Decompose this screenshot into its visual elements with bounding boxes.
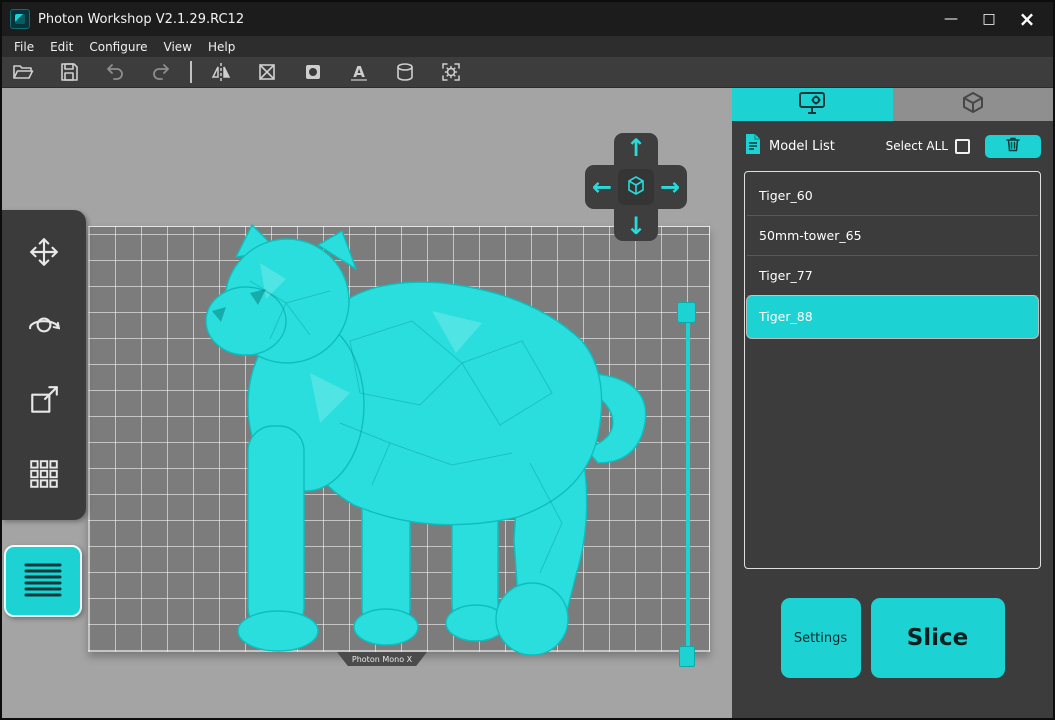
cube-icon bbox=[623, 172, 649, 202]
menu-edit[interactable]: Edit bbox=[42, 36, 81, 57]
cylinder-icon bbox=[394, 61, 416, 83]
machine-config-button[interactable] bbox=[434, 59, 468, 85]
arrange-tool-button[interactable] bbox=[20, 452, 68, 500]
text-tool-icon: A bbox=[348, 61, 370, 83]
tiger-front-leg-near bbox=[248, 426, 304, 632]
window-controls: — □ × bbox=[933, 5, 1045, 33]
tiger-hind-paw-ball bbox=[496, 583, 568, 655]
move-tool-button[interactable] bbox=[20, 230, 68, 278]
right-panel: Model List Select ALL Tiger_60 50mm-towe… bbox=[732, 88, 1053, 718]
menu-configure[interactable]: Configure bbox=[81, 36, 155, 57]
z-slider-bottom-stop[interactable] bbox=[679, 646, 695, 667]
slice-view-button[interactable] bbox=[4, 545, 82, 617]
nav-home-cube-button[interactable] bbox=[618, 169, 654, 205]
trash-icon bbox=[1005, 136, 1021, 156]
model-list-item[interactable]: 50mm-tower_65 bbox=[747, 216, 1038, 256]
hollow-button[interactable] bbox=[250, 59, 284, 85]
model-list-item[interactable]: Tiger_77 bbox=[747, 256, 1038, 296]
nav-left-arrow-icon[interactable]: ← bbox=[587, 172, 617, 202]
mirror-icon bbox=[210, 61, 232, 83]
layers-icon bbox=[20, 560, 66, 602]
punch-hole-icon bbox=[302, 61, 324, 83]
z-slider-track[interactable] bbox=[686, 314, 690, 652]
undo-button[interactable] bbox=[98, 59, 132, 85]
select-all-checkbox[interactable] bbox=[955, 139, 970, 154]
tab-print-info[interactable] bbox=[893, 88, 1054, 121]
save-button[interactable] bbox=[52, 59, 86, 85]
model-list-item[interactable]: Tiger_60 bbox=[747, 176, 1038, 216]
menubar: File Edit Configure View Help bbox=[2, 36, 1053, 57]
redo-button[interactable] bbox=[144, 59, 178, 85]
action-buttons: Settings Slice bbox=[732, 598, 1053, 678]
rotate-icon bbox=[28, 310, 60, 346]
menu-file[interactable]: File bbox=[6, 36, 42, 57]
rotate-tool-button[interactable] bbox=[20, 304, 68, 352]
main-area: Photon Mono X bbox=[2, 88, 1053, 718]
select-all-label: Select ALL bbox=[886, 139, 948, 153]
printer-box-icon bbox=[961, 92, 985, 118]
toolbar-separator bbox=[190, 61, 192, 83]
toolbar: A bbox=[2, 57, 1053, 88]
document-icon bbox=[744, 133, 762, 159]
machine-config-icon bbox=[440, 61, 462, 83]
view-navigator: ↑ ↓ ← → bbox=[585, 133, 687, 241]
minimize-button[interactable]: — bbox=[933, 5, 969, 33]
menu-view[interactable]: View bbox=[156, 36, 200, 57]
tiger-front-paw-near bbox=[238, 611, 318, 651]
punch-hole-button[interactable] bbox=[296, 59, 330, 85]
tiger-muzzle bbox=[206, 287, 286, 355]
cylinder-button[interactable] bbox=[388, 59, 422, 85]
tab-slice-settings[interactable] bbox=[732, 88, 893, 121]
menu-help[interactable]: Help bbox=[200, 36, 243, 57]
model-tiger[interactable] bbox=[190, 223, 658, 655]
slice-button[interactable]: Slice bbox=[871, 598, 1005, 678]
viewport-3d[interactable]: Photon Mono X bbox=[2, 88, 732, 718]
model-list-header: Model List Select ALL bbox=[732, 121, 1053, 165]
maximize-button[interactable]: □ bbox=[971, 5, 1007, 33]
arrange-icon bbox=[28, 458, 60, 494]
nav-down-arrow-icon[interactable]: ↓ bbox=[621, 211, 651, 241]
model-list-title: Model List bbox=[769, 139, 835, 154]
redo-icon bbox=[150, 61, 172, 83]
close-button[interactable]: × bbox=[1009, 5, 1045, 33]
window-title: Photon Workshop V2.1.29.RC12 bbox=[38, 12, 244, 27]
settings-button[interactable]: Settings bbox=[781, 598, 861, 678]
save-icon bbox=[58, 61, 80, 83]
open-folder-icon bbox=[12, 61, 34, 83]
undo-icon bbox=[104, 61, 126, 83]
z-slider-handle[interactable] bbox=[677, 302, 696, 323]
hollow-icon bbox=[256, 61, 278, 83]
delete-button[interactable] bbox=[985, 135, 1041, 158]
app-logo-icon bbox=[10, 9, 30, 29]
model-list: Tiger_60 50mm-tower_65 Tiger_77 Tiger_88 bbox=[744, 171, 1041, 569]
scale-tool-button[interactable] bbox=[20, 378, 68, 426]
tiger-front-paw-far bbox=[354, 609, 418, 645]
monitor-gear-icon bbox=[798, 92, 826, 118]
nav-up-arrow-icon[interactable]: ↑ bbox=[621, 133, 651, 163]
model-list-item-selected[interactable]: Tiger_88 bbox=[747, 296, 1038, 338]
text-tool-button[interactable]: A bbox=[342, 59, 376, 85]
move-icon bbox=[28, 236, 60, 272]
scale-icon bbox=[28, 384, 60, 420]
app-window: Photon Workshop V2.1.29.RC12 — □ × File … bbox=[0, 0, 1055, 720]
mirror-button[interactable] bbox=[204, 59, 238, 85]
svg-text:A: A bbox=[353, 63, 365, 81]
nav-right-arrow-icon[interactable]: → bbox=[655, 172, 685, 202]
titlebar: Photon Workshop V2.1.29.RC12 — □ × bbox=[2, 2, 1053, 36]
panel-tabs bbox=[732, 88, 1053, 121]
open-button[interactable] bbox=[6, 59, 40, 85]
viewport-tool-panel bbox=[2, 210, 86, 520]
